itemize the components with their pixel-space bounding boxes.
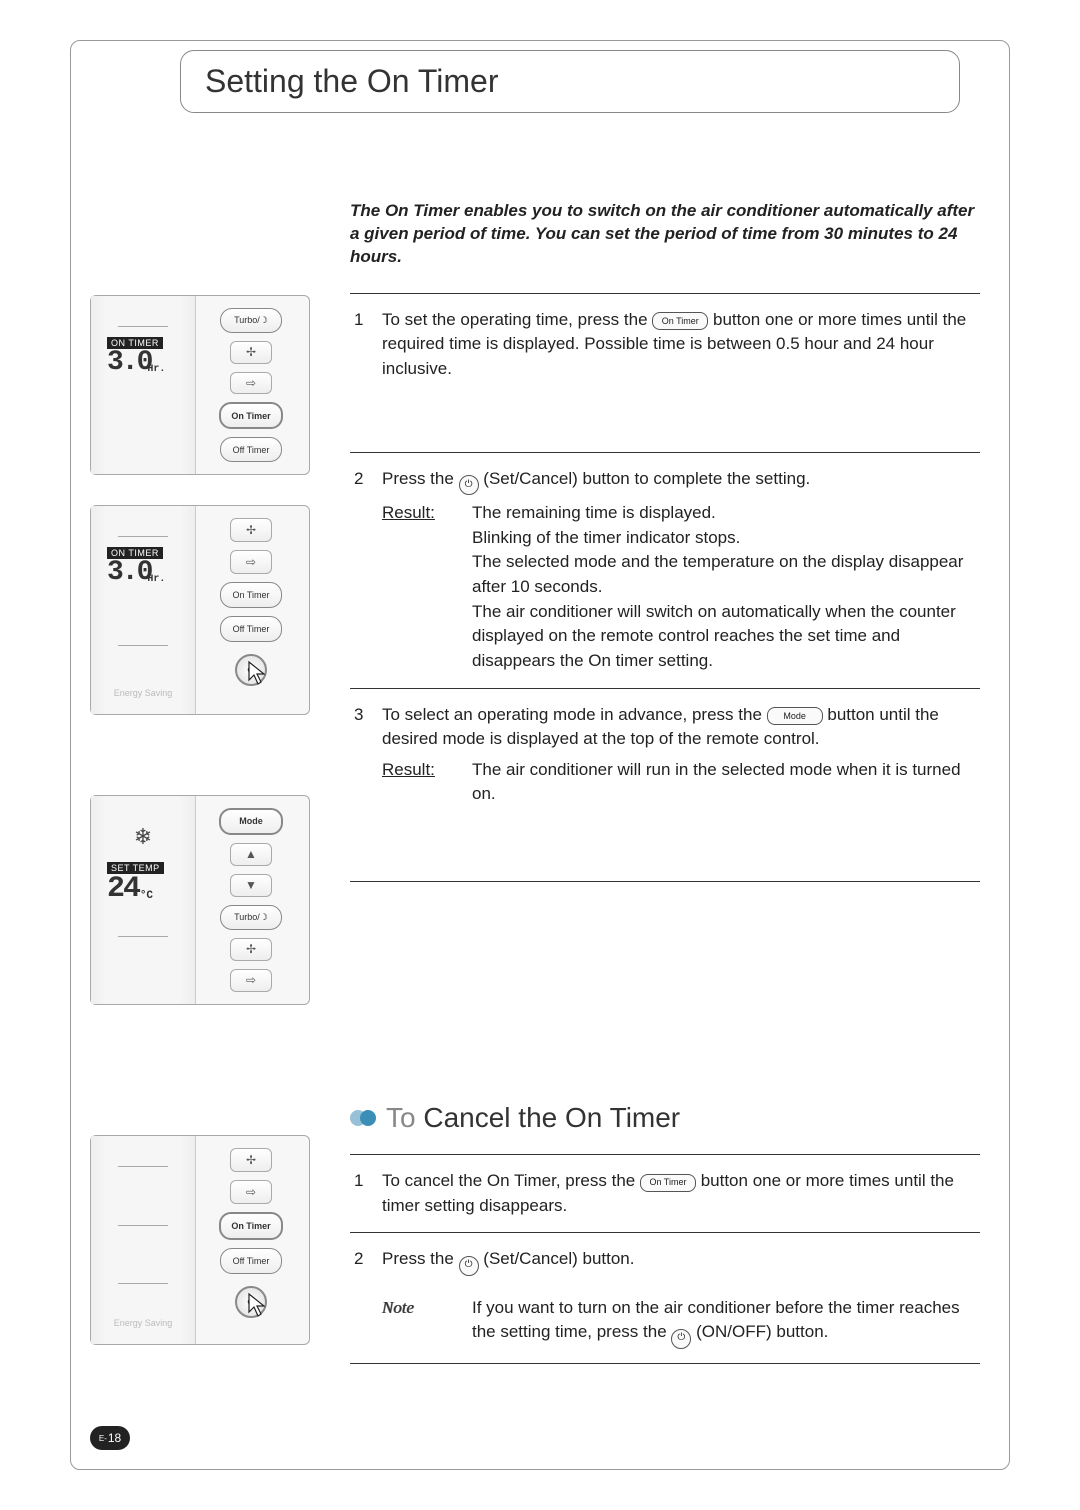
power-icon: ⏻: [671, 1329, 691, 1349]
decorative-dots-icon: [350, 1110, 376, 1126]
page-number-badge: E-18: [90, 1426, 130, 1450]
remote-figure-setcancel: ON TIMER 3.0Hr. Energy Saving ✢ ⇨ On Tim…: [90, 505, 310, 715]
section2-title-rest: Cancel the On Timer: [416, 1102, 681, 1133]
section2-title: To Cancel the On Timer: [350, 1102, 980, 1134]
step-row: 3 To select an operating mode in advance…: [350, 689, 980, 822]
step-row: 1 To cancel the On Timer, press the On T…: [350, 1155, 980, 1233]
step-row: 1 To set the operating time, press the O…: [350, 294, 980, 453]
result-label: Result:: [382, 501, 472, 673]
off-timer-button: Off Timer: [220, 437, 282, 462]
mode-inline-button: Mode: [767, 707, 823, 725]
section2-steps: 1 To cancel the On Timer, press the On T…: [350, 1154, 980, 1363]
mode-button: Mode: [219, 808, 283, 835]
energy-saving-label: Energy Saving: [114, 688, 173, 698]
step-text: To cancel the On Timer, press the: [382, 1171, 640, 1190]
cursor-icon: [247, 660, 267, 686]
step-text: Press the: [382, 469, 459, 488]
temp-down-icon: ▼: [230, 874, 272, 897]
result-text: The air conditioner will run in the sele…: [472, 758, 980, 807]
swing-icon: ⇨: [230, 550, 272, 574]
energy-saving-label: Energy Saving: [114, 1318, 173, 1328]
set-cancel-button: ⏻: [235, 1286, 267, 1318]
set-cancel-button: ⏻: [235, 654, 267, 686]
on-timer-button: On Timer: [220, 582, 282, 608]
step-number: 3: [354, 703, 382, 808]
on-timer-inline-button: On Timer: [652, 312, 708, 330]
step-row: 2 Press the ⏻ (Set/Cancel) button to com…: [350, 453, 980, 689]
result-label: Result:: [382, 758, 472, 807]
result-text: The remaining time is displayed. Blinkin…: [472, 501, 980, 673]
cursor-icon: [247, 1292, 267, 1318]
fan-icon: ✢: [230, 518, 272, 542]
temp-up-icon: ▲: [230, 843, 272, 866]
section1-steps: 1 To set the operating time, press the O…: [350, 293, 980, 882]
off-timer-button: Off Timer: [220, 616, 282, 642]
step-text: Press the: [382, 1249, 459, 1268]
step-number: 2: [354, 1247, 382, 1348]
step-text: (Set/Cancel) button.: [483, 1249, 634, 1268]
set-cancel-icon: ⏻: [459, 475, 479, 495]
turbo-button: Turbo/☽: [220, 905, 282, 930]
step-row: 2 Press the ⏻ (Set/Cancel) button. Note …: [350, 1233, 980, 1363]
lcd-temp-value: 24°C: [107, 874, 139, 904]
section2-title-light: To: [386, 1102, 416, 1133]
section1-title: Setting the On Timer: [205, 63, 498, 99]
section1-intro: The On Timer enables you to switch on th…: [350, 200, 980, 269]
fan-icon: ✢: [230, 1148, 272, 1172]
on-timer-inline-button: On Timer: [640, 1174, 696, 1192]
note-label: Note: [382, 1296, 472, 1349]
lcd-time-value: 3.0Hr.: [107, 349, 151, 377]
remote-figure-cancel: Energy Saving ✢ ⇨ On Timer Off Timer ⏻: [90, 1135, 310, 1345]
set-cancel-icon: ⏻: [459, 1256, 479, 1276]
lcd-time-value: 3.0Hr.: [107, 559, 151, 587]
step-text: To set the operating time, press the: [382, 310, 652, 329]
step-text: To select an operating mode in advance, …: [382, 705, 767, 724]
swing-icon: ⇨: [230, 372, 272, 395]
step-number: 1: [354, 1169, 382, 1218]
snowflake-icon: ❄: [134, 824, 152, 850]
turbo-button: Turbo/☽: [220, 308, 282, 333]
note-text: (ON/OFF) button.: [696, 1322, 828, 1341]
remote-figure-mode: ❄ SET TEMP 24°C Mode ▲ ▼ Turbo/☽ ✢ ⇨: [90, 795, 310, 1005]
step-number: 2: [354, 467, 382, 674]
step-number: 1: [354, 308, 382, 438]
on-timer-button: On Timer: [219, 1212, 283, 1240]
step-text: (Set/Cancel) button to complete the sett…: [483, 469, 810, 488]
section-title-box: Setting the On Timer: [180, 50, 960, 113]
off-timer-button: Off Timer: [220, 1248, 282, 1274]
remote-figure-ontimer: ON TIMER 3.0Hr. Turbo/☽ ✢ ⇨ On Timer Off…: [90, 295, 310, 475]
on-timer-button: On Timer: [219, 402, 283, 429]
figure-column: ON TIMER 3.0Hr. Turbo/☽ ✢ ⇨ On Timer Off…: [90, 190, 320, 1420]
swing-icon: ⇨: [230, 1180, 272, 1204]
fan-icon: ✢: [230, 341, 272, 364]
fan-icon: ✢: [230, 938, 272, 961]
swing-icon: ⇨: [230, 969, 272, 992]
